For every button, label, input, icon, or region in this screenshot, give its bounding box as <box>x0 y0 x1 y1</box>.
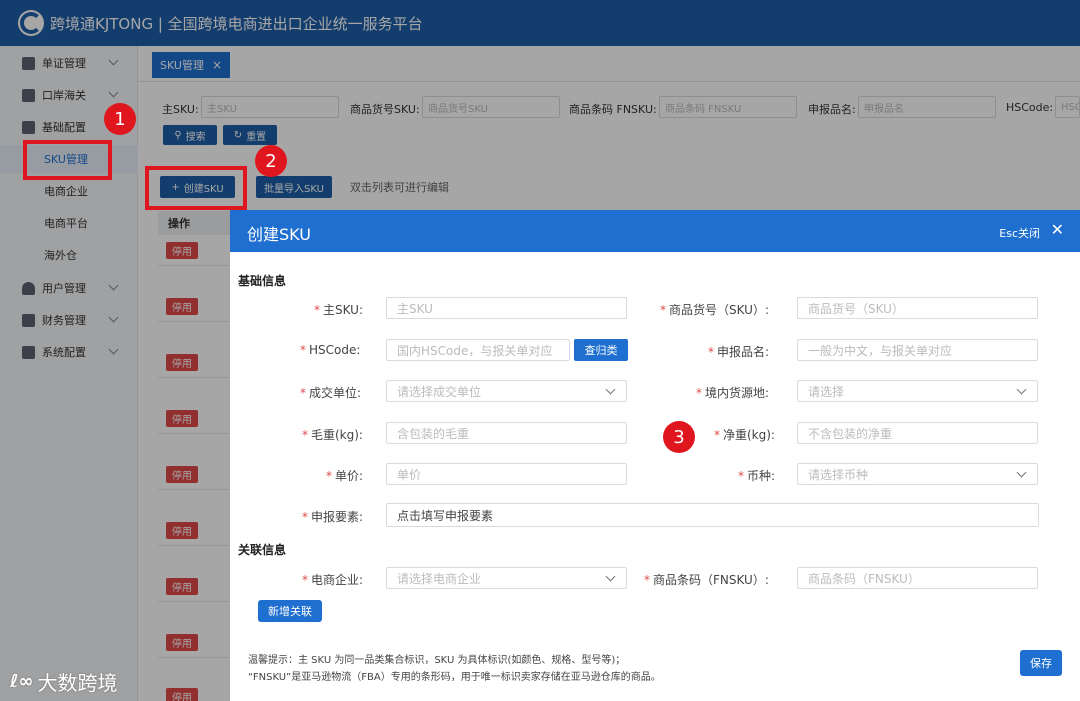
annotation-badge-1: 1 <box>104 103 136 135</box>
currency-select[interactable]: 请选择币种 <box>797 463 1038 485</box>
label-decl-elements: * 申报要素: <box>302 510 364 524</box>
create-sku-dialog: 创建SKU Esc关闭 ✕ 基础信息 * 主SKU: 主SKU * 商品货号（SKU… <box>230 210 1080 701</box>
annotation-badge-2: 2 <box>255 145 287 177</box>
origin-select[interactable]: 请选择 <box>797 380 1038 402</box>
annotation-box-sku-menu <box>23 140 112 180</box>
section-basic-info: 基础信息 <box>238 274 287 288</box>
label-unit: * 成交单位: <box>300 386 362 400</box>
lookup-category-button[interactable]: 查归类 <box>574 339 628 361</box>
label-main-sku: * 主SKU: <box>314 303 363 317</box>
label-net-weight: * 净重(kg): <box>714 428 775 442</box>
annotation-box-create-button <box>145 166 247 210</box>
currency-select-value: 请选择币种 <box>808 467 869 482</box>
label-currency: * 币种: <box>738 469 776 483</box>
label-decl-name: * 申报品名: <box>708 345 770 359</box>
chevron-down-icon <box>605 384 616 395</box>
main-sku-input[interactable]: 主SKU <box>386 297 627 319</box>
label-gross-weight: * 毛重(kg): <box>302 428 363 442</box>
esc-close-hint[interactable]: Esc关闭 <box>999 225 1040 241</box>
close-icon[interactable]: ✕ <box>1051 220 1064 239</box>
section-assoc-info: 关联信息 <box>238 543 287 557</box>
hscode-input[interactable]: 国内HSCode，与报关单对应 <box>386 339 570 361</box>
add-association-button[interactable]: 新增关联 <box>258 600 322 622</box>
gross-weight-input[interactable]: 含包装的毛重 <box>386 422 627 444</box>
dialog-header: 创建SKU Esc关闭 ✕ <box>230 210 1080 252</box>
label-unit-price: * 单价: <box>326 469 364 483</box>
watermark-logo-icon: ℓ∞ <box>10 671 34 692</box>
watermark: ℓ∞ 大数跨境 <box>10 667 117 696</box>
chevron-down-icon <box>1016 467 1027 478</box>
annotation-badge-3: 3 <box>663 421 695 453</box>
chevron-down-icon <box>605 571 616 582</box>
unit-select-value: 请选择成交单位 <box>397 384 482 399</box>
tips-text: 温馨提示：主 SKU 为同一品类集合标识，SKU 为具体标识(如颜色、规格、型号… <box>248 652 661 686</box>
label-origin: * 境内货源地: <box>696 386 770 400</box>
label-fnsku: * 商品条码（FNSKU）: <box>644 573 769 587</box>
ecommerce-company-value: 请选择电商企业 <box>397 571 482 586</box>
tip-line: 温馨提示：主 SKU 为同一品类集合标识，SKU 为具体标识(如颜色、规格、型号… <box>248 655 626 666</box>
fnsku-input[interactable]: 商品条码（FNSKU） <box>797 567 1038 589</box>
label-hscode: * HSCode: <box>300 343 361 357</box>
ecommerce-company-select[interactable]: 请选择电商企业 <box>386 567 627 589</box>
unit-select[interactable]: 请选择成交单位 <box>386 380 627 402</box>
net-weight-input[interactable]: 不含包装的净重 <box>797 422 1038 444</box>
goods-sku-input[interactable]: 商品货号（SKU） <box>797 297 1038 319</box>
dialog-title: 创建SKU <box>247 225 311 244</box>
label-goods-sku: * 商品货号（SKU）: <box>660 303 769 317</box>
label-ecommerce-company: * 电商企业: <box>302 573 364 587</box>
decl-name-input[interactable]: 一般为中文，与报关单对应 <box>797 339 1038 361</box>
origin-select-value: 请选择 <box>808 384 845 399</box>
tip-line: “FNSKU”是亚马逊物流（FBA）专用的条形码，用于唯一标识卖家存储在亚马逊仓… <box>248 672 661 683</box>
chevron-down-icon <box>1016 384 1027 395</box>
decl-elements-input[interactable]: 点击填写申报要素 <box>386 503 1039 527</box>
watermark-text: 大数跨境 <box>37 671 118 695</box>
save-button[interactable]: 保存 <box>1020 650 1062 676</box>
unit-price-input[interactable]: 单价 <box>386 463 627 485</box>
